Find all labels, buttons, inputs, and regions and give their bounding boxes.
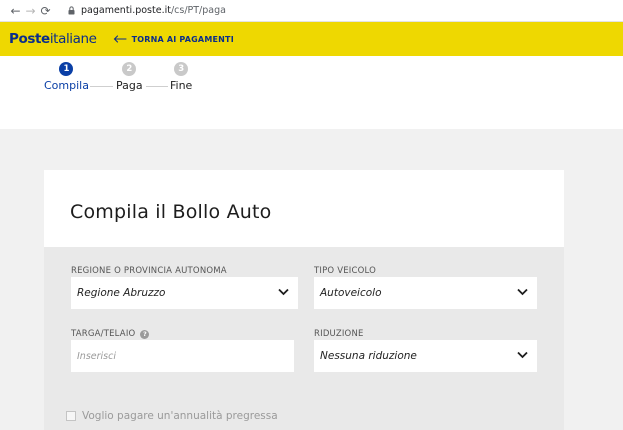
step-number: 3 [174, 62, 189, 76]
step-paga: 2 Paga [116, 62, 143, 92]
logo-regular-text: italiane [49, 31, 97, 47]
logo-bold-text: Poste [9, 31, 50, 47]
forward-arrow-icon[interactable]: → [23, 0, 38, 22]
url-host: pagamenti.poste.it [81, 5, 171, 16]
lock-icon [63, 6, 79, 15]
chevron-down-icon [278, 288, 289, 296]
chevron-down-icon [517, 288, 528, 296]
plate-input[interactable] [71, 340, 294, 372]
back-to-payments-link[interactable]: TORNA AI PAGAMENTI [113, 35, 234, 44]
step-fine: 3 Fine [170, 62, 192, 92]
arrow-left-icon [113, 35, 127, 43]
arrears-checkbox-row[interactable]: Voglio pagare un'annualità pregressa [66, 410, 278, 422]
region-selected-value: Regione Abruzzo [77, 287, 166, 299]
reload-icon[interactable]: ⟳ [38, 0, 53, 22]
step-number: 2 [122, 62, 137, 76]
chevron-down-icon [517, 351, 528, 359]
help-icon[interactable]: ? [140, 329, 150, 339]
arrears-checkbox[interactable] [66, 411, 76, 421]
step-label: Compila [44, 79, 89, 92]
plate-label: TARGA/TELAIO? [71, 329, 150, 339]
browser-address-bar: ← → ⟳ pagamenti.poste.it/cs/PT/paga [0, 0, 623, 22]
reduction-label: RIDUZIONE [314, 329, 364, 339]
region-select[interactable]: Regione Abruzzo [71, 277, 298, 309]
site-header: Posteitaliane TORNA AI PAGAMENTI [0, 22, 623, 56]
url-path: /cs/PT/paga [170, 5, 226, 16]
region-label: REGIONE O PROVINCIA AUTONOMA [71, 266, 227, 276]
step-compila: 1 Compila [44, 62, 89, 92]
form-title: Compila il Bollo Auto [70, 201, 272, 223]
vehicle-type-select[interactable]: Autoveicolo [314, 277, 537, 309]
url-text[interactable]: pagamenti.poste.it/cs/PT/paga [81, 5, 226, 16]
step-connector [146, 86, 168, 87]
step-label: Paga [116, 79, 143, 92]
plate-label-text: TARGA/TELAIO [71, 329, 136, 339]
vehicle-type-label: TIPO VEICOLO [314, 266, 377, 276]
step-label: Fine [170, 79, 193, 92]
back-arrow-icon[interactable]: ← [8, 0, 23, 22]
step-number: 1 [59, 62, 74, 76]
back-link-label: TORNA AI PAGAMENTI [131, 34, 234, 44]
poste-italiane-logo[interactable]: Posteitaliane [9, 31, 97, 47]
vehicle-type-selected-value: Autoveicolo [320, 287, 382, 299]
step-connector [90, 86, 113, 87]
reduction-select[interactable]: Nessuna riduzione [314, 340, 537, 372]
card-header: Compila il Bollo Auto [44, 170, 564, 247]
arrears-checkbox-label[interactable]: Voglio pagare un'annualità pregressa [82, 410, 278, 422]
reduction-selected-value: Nessuna riduzione [320, 350, 417, 362]
bollo-form-card: Compila il Bollo Auto REGIONE O PROVINCI… [44, 170, 564, 430]
payment-stepper: 1 Compila 2 Paga 3 Fine [0, 56, 623, 129]
